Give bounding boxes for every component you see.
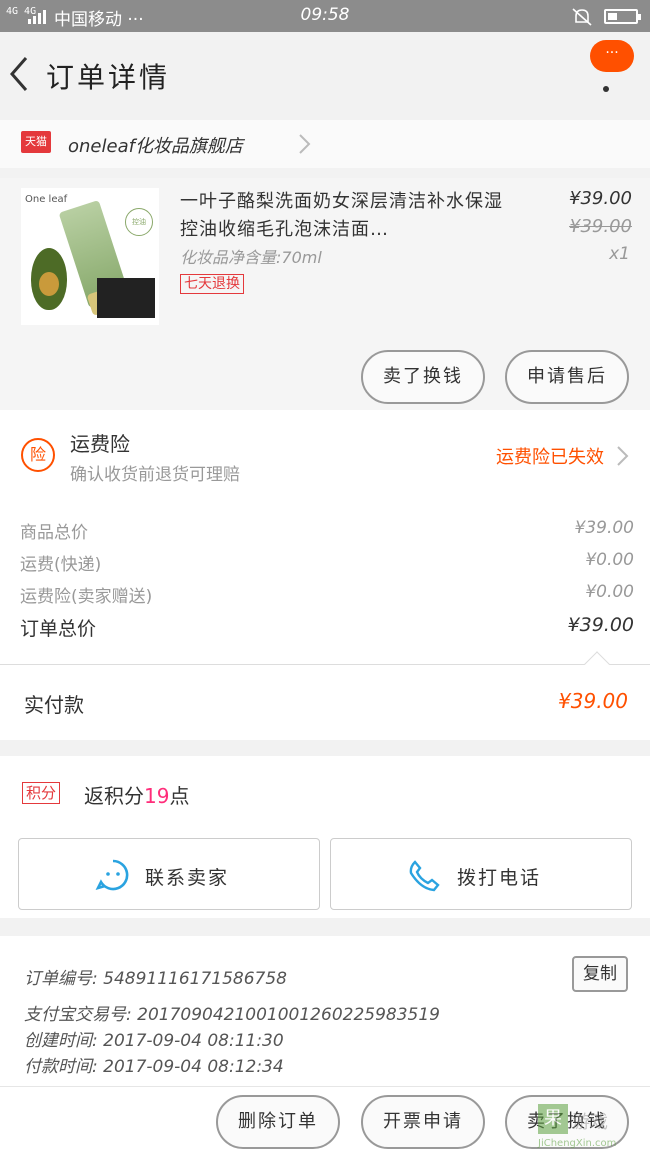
- order-number: 订单编号: 548911161715867​58: [24, 969, 288, 989]
- chevron-right-icon: [299, 134, 311, 154]
- points-badge: 积分: [22, 782, 61, 804]
- status-bar: 4G 4G 中国移动 ··· 09:58: [0, 0, 650, 32]
- product-original-price: ¥39.00: [569, 216, 632, 237]
- product-quantity: x1: [609, 244, 630, 264]
- cost-label: 运费险(卖家赠送): [20, 587, 153, 607]
- points-suffix: 点: [169, 784, 190, 808]
- after-sale-button[interactable]: 申请售后: [505, 350, 629, 404]
- contact-seller-label: 联系卖家: [145, 867, 230, 889]
- cost-value: ¥39.00: [574, 518, 634, 538]
- points-and-contact: 积分 返积分19点 联系卖家 拨打电话: [0, 756, 650, 918]
- product-card[interactable]: One leaf 控油 一叶子酪梨洗面奶女深层清洁补水保湿控油收缩毛孔泡沫洁面……: [0, 178, 650, 410]
- watermark-mark: 果: [538, 1104, 568, 1134]
- tmall-badge: 天猫: [21, 131, 51, 153]
- insurance-status[interactable]: 运费险已失效: [496, 443, 604, 469]
- page-title: 订单详情: [46, 61, 171, 94]
- cost-value: ¥39.00: [567, 614, 634, 636]
- cost-row-insurance: 运费险(卖家赠送) ¥0.00: [20, 582, 634, 607]
- copy-button[interactable]: 复制: [572, 956, 628, 992]
- paid-label: 实付款: [24, 693, 84, 717]
- insurance-icon: 险: [21, 438, 55, 472]
- cost-row-total: 订单总价 ¥39.00: [20, 614, 634, 641]
- call-label: 拨打电话: [457, 867, 542, 889]
- points-text: 返积分19点: [84, 780, 189, 809]
- call-button[interactable]: 拨打电话: [330, 838, 632, 910]
- amount-paid: 实付款 ¥39.00: [0, 651, 650, 740]
- paid-time: 付款时间: 2017-09-04 08:12:34: [24, 1057, 284, 1077]
- cost-value: ¥0.00: [585, 582, 634, 602]
- return-policy-tag: 七天退换: [180, 274, 244, 294]
- product-title[interactable]: 一叶子酪梨洗面奶女深层清洁补水保湿控油收缩毛孔泡沫洁面…: [180, 188, 510, 244]
- site-watermark: 果 游戏 JiChengXin.com: [538, 1104, 648, 1152]
- shop-header[interactable]: 天猫 oneleaf化妆品旗舰店: [0, 120, 650, 168]
- back-arrow-icon[interactable]: [6, 52, 36, 96]
- cost-label: 订单总价: [20, 618, 97, 640]
- cost-label: 运费(快递): [20, 555, 102, 575]
- chat-bubble-icon: [95, 859, 129, 891]
- bell-muted-icon: [572, 8, 592, 26]
- chevron-right-icon: [617, 446, 629, 466]
- alipay-transaction-number: 支付宝交易号: 2017090421001001260225983519: [24, 1005, 440, 1025]
- delete-order-button[interactable]: 删除订单: [216, 1095, 340, 1149]
- watermark-url: JiChengXin.com: [538, 1138, 617, 1149]
- resell-button[interactable]: 卖了换钱: [361, 350, 485, 404]
- insurance-title: 运费险: [70, 432, 130, 456]
- watermark-text: 游戏: [572, 1112, 608, 1133]
- points-count: 19: [144, 784, 170, 808]
- paid-value: ¥39.00: [558, 689, 628, 713]
- order-info: 订单编号: 548911161715867​58 复制 支付宝交易号: 2017…: [0, 936, 650, 1086]
- more-dot-icon[interactable]: [603, 86, 609, 92]
- cost-row-goods: 商品总价 ¥39.00: [20, 518, 634, 543]
- nav-bar: 订单详情 ···: [0, 32, 650, 120]
- product-image-brand: One leaf: [25, 194, 68, 205]
- points-prefix: 返积分: [84, 784, 144, 808]
- cost-value: ¥0.00: [585, 550, 634, 570]
- shipping-insurance[interactable]: 险 运费险 确认收货前退货可理赔 运费险已失效: [0, 410, 650, 502]
- cost-row-shipping: 运费(快递) ¥0.00: [20, 550, 634, 575]
- created-time: 创建时间: 2017-09-04 08:11:30: [24, 1031, 284, 1051]
- clock: 09:58: [300, 5, 350, 25]
- more-menu-badge[interactable]: ···: [590, 40, 634, 72]
- cost-label: 商品总价: [20, 523, 88, 543]
- insurance-subtitle: 确认收货前退货可理赔: [70, 465, 240, 485]
- phone-icon: [409, 860, 440, 892]
- product-image[interactable]: One leaf 控油: [21, 188, 159, 325]
- battery-icon: [604, 9, 641, 24]
- shop-name[interactable]: oneleaf化妆品旗舰店: [68, 132, 243, 158]
- product-spec: 化妆品净含量:70ml: [180, 248, 322, 267]
- product-price: ¥39.00: [569, 188, 632, 209]
- invoice-request-button[interactable]: 开票申请: [361, 1095, 485, 1149]
- product-image-seal: 控油: [125, 208, 153, 236]
- contact-seller-button[interactable]: 联系卖家: [18, 838, 320, 910]
- cost-breakdown: 商品总价 ¥39.00 运费(快递) ¥0.00 运费险(卖家赠送) ¥0.00 订单…: [0, 502, 650, 664]
